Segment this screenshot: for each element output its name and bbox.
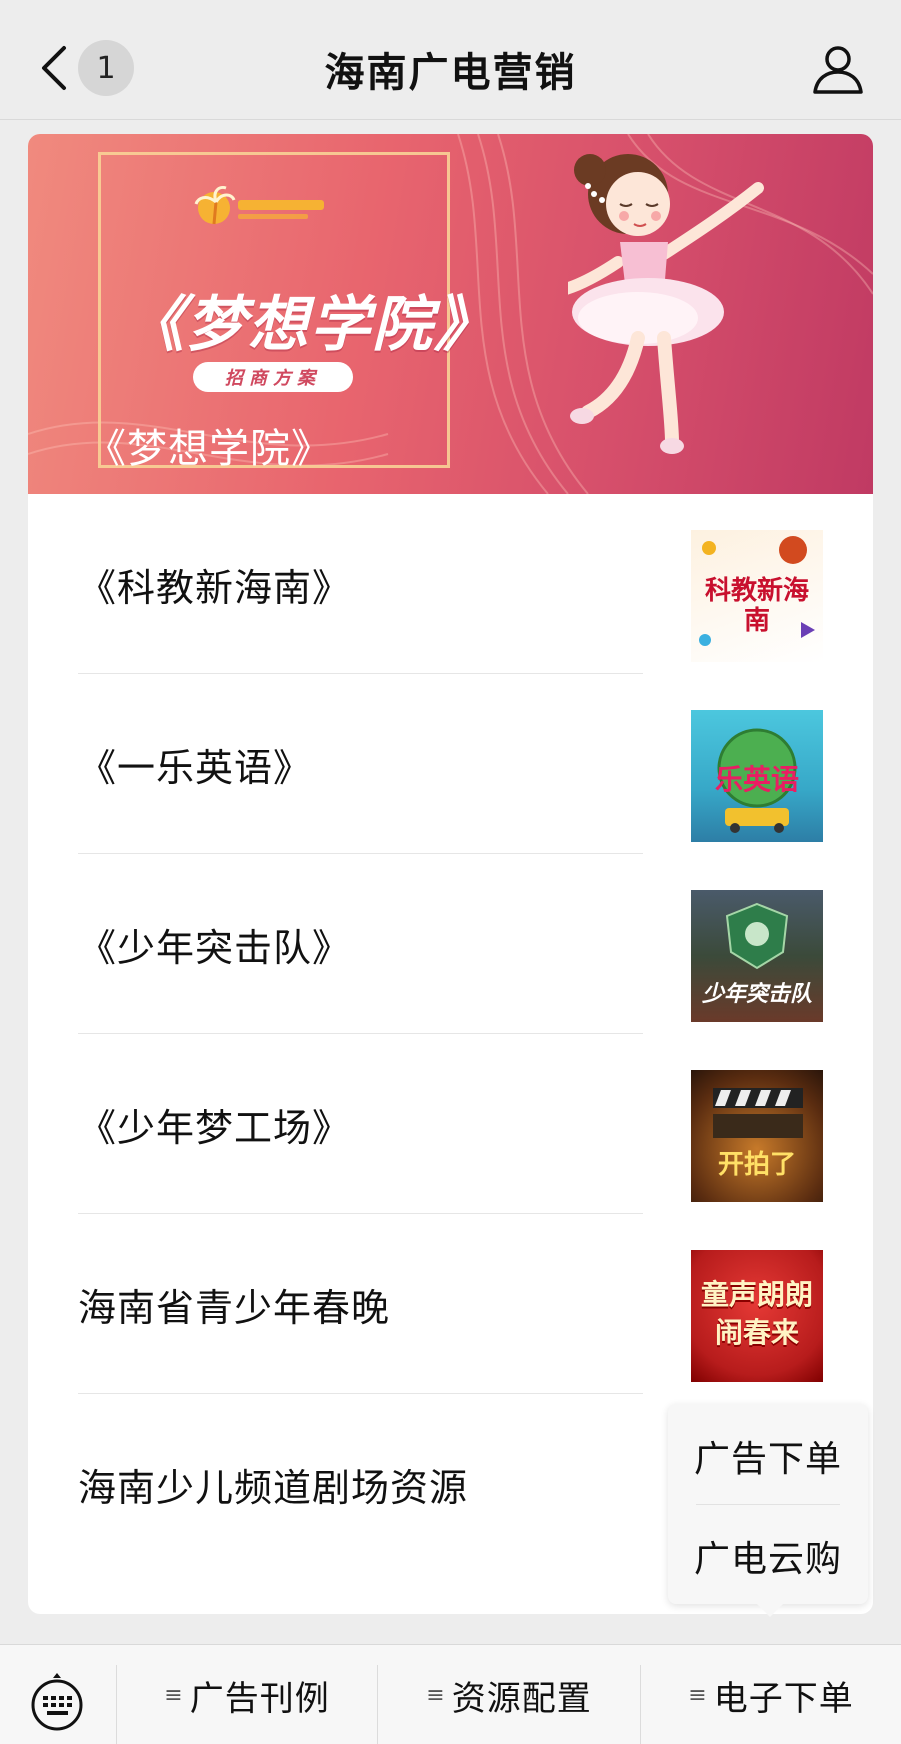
thumbnail-text: 开拍了	[717, 1150, 796, 1180]
list-item[interactable]: 《少年突击队》 少年突击队	[28, 854, 873, 1034]
submenu-item-cloud-shop[interactable]: 广电云购	[668, 1508, 868, 1604]
keyboard-icon[interactable]	[28, 1673, 86, 1731]
banner-heading: 《梦想学院》	[124, 290, 496, 360]
list-item-label: 《一乐英语》	[78, 745, 313, 790]
person-icon[interactable]	[811, 42, 865, 96]
thumbnail-text: 乐英语	[714, 763, 799, 796]
list-item-label: 《少年梦工场》	[78, 1105, 352, 1150]
list-item-label: 海南省青少年春晚	[78, 1285, 391, 1330]
content-card: 《梦想学院》 招商方案 《梦想学院》 《科教新海南》 科教新海南 《一乐英语》 …	[28, 134, 873, 1614]
list-item-thumbnail: 开拍了	[691, 1070, 823, 1202]
list-item-thumbnail: 科教新海南	[691, 530, 823, 662]
menu-ad-rates[interactable]: ≡ 广告刊例	[117, 1645, 377, 1744]
thumbnail-text: 童声朗朗闹春来	[700, 1278, 813, 1349]
list-item-thumbnail: 少年突击队	[691, 890, 823, 1022]
list-item-label: 海南少儿频道剧场资源	[78, 1465, 469, 1510]
list-item[interactable]: 海南省青少年春晚 童声朗朗闹春来	[28, 1214, 873, 1394]
menu-lines-icon: ≡	[426, 1682, 446, 1708]
list-item-label: 《科教新海南》	[78, 565, 352, 610]
menu-label: 电子下单	[713, 1678, 854, 1719]
submenu-divider	[696, 1504, 840, 1505]
list-item-thumbnail: 童声朗朗闹春来	[691, 1250, 823, 1382]
top-bar: 1 海南广电营销	[0, 0, 901, 120]
list-item[interactable]: 《少年梦工场》 开拍了	[28, 1034, 873, 1214]
submenu-popup: 广告下单 广电云购	[668, 1404, 868, 1604]
submenu-item-ad-order[interactable]: 广告下单	[668, 1408, 868, 1504]
menu-label: 资源配置	[451, 1678, 592, 1719]
menu-lines-icon: ≡	[164, 1682, 184, 1708]
menu-e-order[interactable]: ≡ 电子下单	[641, 1645, 901, 1744]
banner-caption: 《梦想学院》	[86, 426, 332, 472]
thumbnail-text: 少年突击队	[701, 982, 812, 1007]
list-item-thumbnail: 乐英语	[691, 710, 823, 842]
menu-resource-config[interactable]: ≡ 资源配置	[378, 1645, 640, 1744]
banner[interactable]: 《梦想学院》 招商方案 《梦想学院》	[28, 134, 873, 494]
list-item-label: 《少年突击队》	[78, 925, 352, 970]
banner-tag: 招商方案	[193, 362, 353, 392]
menu-lines-icon: ≡	[688, 1682, 708, 1708]
list-item[interactable]: 《一乐英语》 乐英语	[28, 674, 873, 854]
list-item[interactable]: 《科教新海南》 科教新海南	[28, 494, 873, 674]
submenu-arrow	[756, 1603, 784, 1617]
palm-logo-icon	[194, 186, 324, 225]
ballerina-illustration	[568, 154, 764, 454]
bottom-menu-bar: ≡ 广告刊例 ≡ 资源配置 ≡ 电子下单	[0, 1644, 901, 1744]
thumbnail-text: 科教新海南	[704, 576, 809, 636]
menu-label: 广告刊例	[189, 1678, 330, 1719]
page-title: 海南广电营销	[324, 50, 577, 96]
